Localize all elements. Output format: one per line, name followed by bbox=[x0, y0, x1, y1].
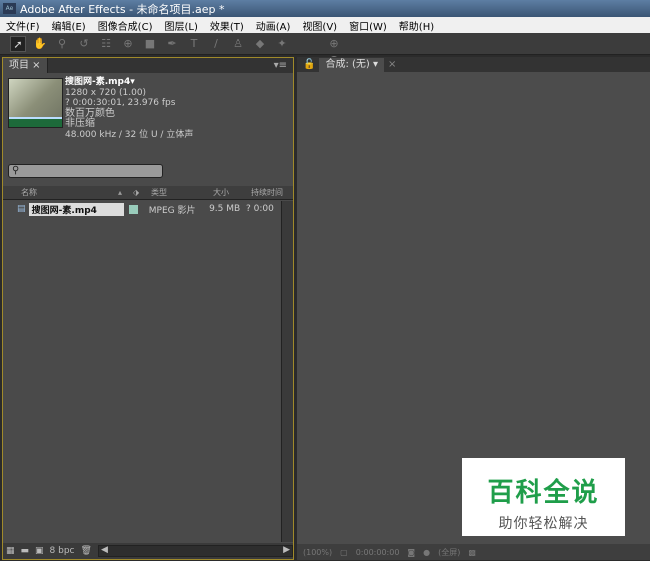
eraser-icon[interactable]: ◆ bbox=[252, 36, 268, 52]
watermark-subtitle: 助你轻松解决 bbox=[498, 516, 589, 532]
panel-menu-icon[interactable]: ▾≡ bbox=[274, 60, 293, 71]
watermark: 百科全说 助你轻松解决 bbox=[462, 458, 625, 536]
col-name[interactable]: 名称 bbox=[3, 186, 118, 199]
project-bottom-bar: ▦ ▬ ▣ 8 bpc 🗑 ◀ ▶ bbox=[3, 543, 293, 559]
label-tag-icon[interactable]: ⬗ bbox=[133, 186, 151, 199]
table-row[interactable]: ▤ 搜图网-素.mp4 MPEG 影片 9.5 MB ? 0:00 bbox=[3, 201, 281, 217]
lock-icon[interactable]: 🔓 bbox=[303, 59, 315, 70]
app-logo: Ae bbox=[3, 3, 16, 14]
new-folder-icon[interactable]: ▬ bbox=[21, 546, 30, 556]
hand-icon[interactable]: ✋ bbox=[32, 36, 48, 52]
camera-icon[interactable]: ☷ bbox=[98, 36, 114, 52]
footage-name[interactable]: 搜图网-素.mp4▾ bbox=[65, 77, 135, 87]
resolution: 1280 x 720 (1.00) bbox=[65, 87, 147, 98]
horizontal-scrollbar[interactable]: ◀ ▶ bbox=[97, 545, 293, 557]
footage-info: 搜图网-素.mp4▾ 1280 x 720 (1.00) ? 0:00:30:0… bbox=[3, 73, 293, 171]
rectangle-icon[interactable]: ■ bbox=[142, 36, 158, 52]
text-icon[interactable]: T bbox=[186, 36, 202, 52]
interpret-footage-icon[interactable]: ▦ bbox=[6, 546, 15, 556]
composition-tab-label: 合成: (无) bbox=[325, 58, 370, 70]
brush-icon[interactable]: / bbox=[208, 36, 224, 52]
search-input[interactable]: ⚲ bbox=[8, 164, 163, 178]
menu-file[interactable]: 文件(F) bbox=[0, 18, 46, 33]
pen-icon[interactable]: ✒ bbox=[164, 36, 180, 52]
item-size: 9.5 MB bbox=[209, 204, 241, 214]
project-list[interactable] bbox=[3, 217, 281, 542]
watermark-title: 百科全说 bbox=[487, 478, 600, 508]
menu-layer[interactable]: 图层(L) bbox=[158, 18, 203, 33]
transparency-grid-icon[interactable]: ▩ bbox=[468, 548, 476, 557]
audio-info: 48.000 kHz / 32 位 U / 立体声 bbox=[65, 129, 194, 140]
time-display[interactable]: 0:00:00:00 bbox=[356, 548, 400, 557]
column-header: 名称 ▴ ⬗ 类型 大小 持续时间 bbox=[3, 186, 293, 200]
item-type: MPEG 影片 bbox=[148, 205, 196, 216]
duration: ? 0:00:30:01, 23.976 fps bbox=[65, 98, 176, 108]
stamp-icon[interactable]: ♙ bbox=[230, 36, 246, 52]
channel-icon[interactable]: ● bbox=[423, 548, 430, 557]
snapshot-icon[interactable]: ◙ bbox=[407, 548, 415, 557]
menu-effect[interactable]: 效果(T) bbox=[204, 18, 250, 33]
close-icon[interactable]: × bbox=[388, 59, 396, 70]
tools-toolbar: ➚ ✋ ⚲ ↺ ☷ ⊕ ■ ✒ T / ♙ ◆ ✦ ⊕ ● ⊠ bbox=[0, 33, 650, 82]
pan-icon[interactable]: ⊕ bbox=[120, 36, 136, 52]
menu-window[interactable]: 窗口(W) bbox=[343, 18, 393, 33]
menu-composition[interactable]: 图像合成(C) bbox=[92, 18, 159, 33]
vertical-scrollbar[interactable] bbox=[281, 201, 293, 542]
puppet-icon[interactable]: ✦ bbox=[274, 36, 290, 52]
rotate-icon[interactable]: ↺ bbox=[76, 36, 92, 52]
footage-thumbnail bbox=[8, 78, 63, 128]
composition-dropdown[interactable]: 合成: (无) ▾ bbox=[319, 57, 385, 72]
file-icon: ▤ bbox=[17, 204, 26, 214]
compression: 非压缩 bbox=[65, 118, 95, 129]
item-name: 搜图网-素.mp4 bbox=[28, 202, 125, 216]
trash-icon[interactable]: 🗑 bbox=[81, 546, 92, 556]
axis-icon[interactable]: ⊕ ● ⊠ bbox=[326, 36, 342, 82]
search-icon: ⚲ bbox=[12, 165, 20, 176]
menu-view[interactable]: 视图(V) bbox=[296, 18, 343, 33]
zoom-icon[interactable]: ⚲ bbox=[54, 36, 70, 52]
new-composition-icon[interactable]: ▣ bbox=[35, 546, 44, 556]
tab-project[interactable]: 项目 × bbox=[3, 58, 48, 73]
tab-label: 项目 bbox=[9, 60, 29, 71]
menu-animation[interactable]: 动画(A) bbox=[250, 18, 297, 33]
col-size[interactable]: 大小 bbox=[213, 186, 251, 199]
bpc-button[interactable]: 8 bpc bbox=[50, 546, 75, 556]
selection-icon[interactable]: ➚ bbox=[10, 35, 26, 52]
menu-bar: 文件(F) 编辑(E) 图像合成(C) 图层(L) 效果(T) 动画(A) 视图… bbox=[0, 17, 650, 33]
col-duration[interactable]: 持续时间 bbox=[251, 186, 291, 199]
menu-help[interactable]: 帮助(H) bbox=[393, 18, 440, 33]
composition-bottom-bar: (100%) ▢ 0:00:00:00 ◙ ● (全屏) ▩ bbox=[297, 544, 650, 560]
menu-edit[interactable]: 编辑(E) bbox=[46, 18, 92, 33]
col-type[interactable]: 类型 bbox=[151, 186, 213, 199]
title-bar: Ae Adobe After Effects - 未命名项目.aep * bbox=[0, 0, 650, 17]
safe-zones-icon[interactable]: ▢ bbox=[340, 548, 348, 557]
project-panel: 项目 × ▾≡ 搜图网-素.mp4▾ 1280 x 720 (1.00) ? 0… bbox=[2, 57, 294, 560]
label-color[interactable] bbox=[129, 204, 138, 214]
scroll-right-icon[interactable]: ▶ bbox=[283, 545, 290, 555]
item-duration: ? 0:00 bbox=[246, 204, 274, 214]
resolution-dropdown[interactable]: (全屏) bbox=[438, 547, 460, 558]
sort-icon[interactable]: ▴ bbox=[118, 186, 133, 199]
scroll-left-icon[interactable]: ◀ bbox=[101, 545, 108, 555]
magnification-dropdown[interactable]: (100%) bbox=[303, 548, 332, 557]
window-title: Adobe After Effects - 未命名项目.aep * bbox=[20, 2, 225, 16]
